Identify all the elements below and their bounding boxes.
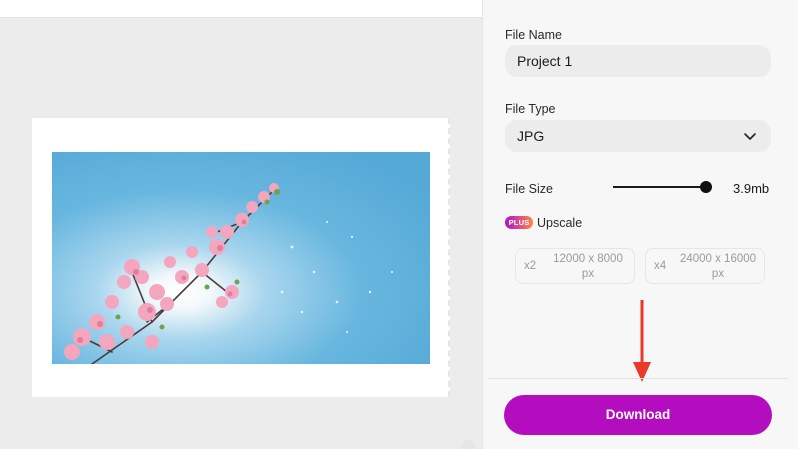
upscale-multiplier: x4: [654, 260, 667, 272]
upscale-dimensions: 12000 x 8000 px: [546, 252, 630, 282]
upscale-dimensions-line2: px: [581, 268, 595, 280]
panel-divider: [488, 378, 788, 379]
chevron-down-icon: [744, 133, 756, 140]
file-type-select[interactable]: JPG: [505, 120, 771, 152]
file-name-field[interactable]: [505, 45, 771, 77]
upscale-option-x2[interactable]: x2 12000 x 8000 px: [515, 248, 635, 284]
upscale-dimensions-line1: 12000 x 8000: [553, 253, 623, 265]
file-size-value: 3.9mb: [733, 181, 770, 196]
file-size-label: File Size: [505, 182, 553, 196]
file-size-slider-thumb[interactable]: [700, 181, 712, 193]
file-size-slider-track[interactable]: [613, 186, 705, 188]
file-type-value: JPG: [517, 128, 545, 144]
red-down-arrow-icon: [633, 300, 651, 382]
file-type-label: File Type: [505, 102, 556, 116]
photo-illustration: [52, 152, 430, 364]
cherry-blossom-photo[interactable]: [52, 152, 430, 364]
file-name-label: File Name: [505, 28, 562, 42]
download-button[interactable]: Download: [504, 395, 772, 435]
editor-top-strip: [0, 0, 482, 18]
plus-badge: PLUS: [505, 216, 533, 229]
upscale-label: Upscale: [537, 216, 583, 230]
upscale-dimensions: 24000 x 16000 px: [676, 252, 760, 282]
upscale-option-x4[interactable]: x4 24000 x 16000 px: [645, 248, 765, 284]
upscale-dimensions-line2: px: [711, 268, 725, 280]
canvas-scroll-handle[interactable]: [462, 440, 476, 449]
upscale-dimensions-line1: 24000 x 16000: [679, 253, 757, 265]
upscale-multiplier: x2: [524, 260, 537, 272]
file-name-input[interactable]: [517, 45, 747, 77]
